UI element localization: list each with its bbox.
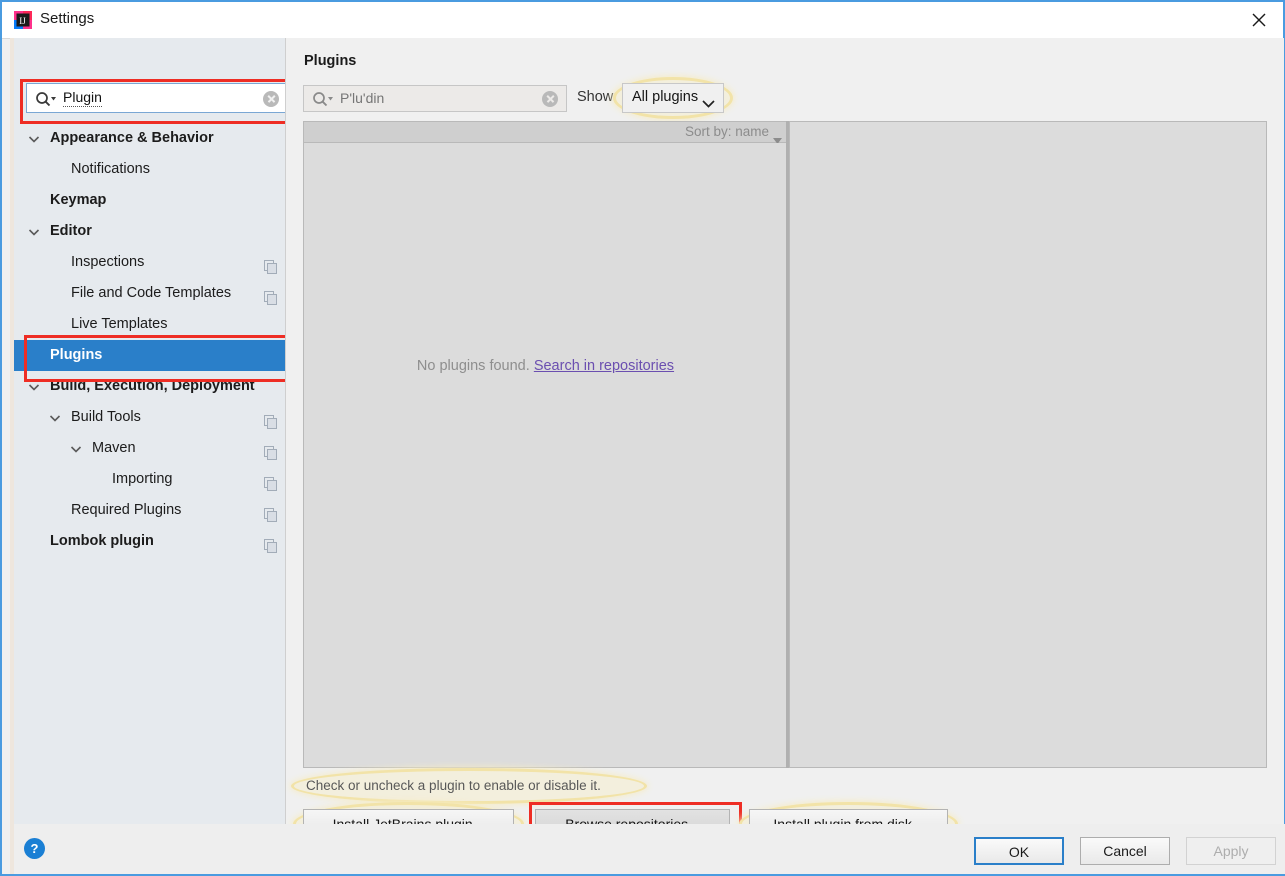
help-icon[interactable]: ?	[24, 838, 45, 859]
sidebar-item-label: Maven	[92, 440, 136, 456]
sidebar-item-required-plugins[interactable]: Required Plugins	[14, 495, 289, 526]
chevron-down-icon[interactable]	[49, 412, 61, 424]
sidebar-item-keymap[interactable]: Keymap	[14, 185, 289, 216]
sidebar-item-live-templates[interactable]: Live Templates	[14, 309, 289, 340]
plugin-search-value: P'lu'din	[340, 90, 385, 106]
sidebar-item-lombok-plugin[interactable]: Lombok plugin	[14, 526, 289, 557]
search-icon	[312, 91, 334, 107]
search-value: Plugin	[63, 89, 102, 107]
plugin-hint-text: Check or uncheck a plugin to enable or d…	[306, 778, 601, 793]
copy-settings-icon[interactable]	[264, 441, 278, 460]
sidebar-item-label: Appearance & Behavior	[50, 130, 214, 146]
help-glyph: ?	[30, 841, 39, 856]
apply-button: Apply	[1186, 837, 1276, 865]
window-title: Settings	[40, 10, 95, 27]
clear-icon[interactable]	[263, 91, 279, 107]
sidebar-item-build-tools[interactable]: Build Tools	[14, 402, 289, 433]
copy-settings-icon[interactable]	[264, 255, 278, 274]
copy-settings-icon[interactable]	[264, 286, 278, 305]
search-input[interactable]: Plugin	[26, 83, 288, 113]
sidebar-item-importing[interactable]: Importing	[14, 464, 289, 495]
plugins-panel: Plugins P'lu'din Show: All plugins Sort …	[285, 38, 1284, 852]
sidebar-item-label: Plugins	[50, 347, 103, 363]
sidebar-item-label: Required Plugins	[71, 502, 182, 518]
page-title: Plugins	[304, 53, 357, 69]
copy-settings-icon[interactable]	[264, 472, 278, 491]
sidebar-item-label: Inspections	[71, 254, 145, 270]
sidebar-item-label: Notifications	[71, 161, 150, 177]
plugin-detail-panel	[789, 121, 1267, 768]
chevron-down-icon[interactable]	[28, 381, 40, 393]
copy-settings-icon[interactable]	[264, 503, 278, 522]
search-icon	[35, 91, 57, 107]
plugin-list[interactable]: No plugins found. Search in repositories	[303, 143, 788, 768]
sidebar-item-inspections[interactable]: Inspections	[14, 247, 289, 278]
plugin-list-header: Sort by: name	[303, 121, 788, 144]
copy-settings-icon[interactable]	[264, 534, 278, 553]
sidebar-item-label: Importing	[112, 471, 173, 487]
sidebar-item-label: Keymap	[50, 192, 107, 208]
search-in-repositories-link[interactable]: Search in repositories	[534, 358, 674, 374]
sidebar-item-build-execution-deployment[interactable]: Build, Execution, Deployment	[14, 371, 289, 402]
sidebar-item-label: Lombok plugin	[50, 533, 154, 549]
cancel-button[interactable]: Cancel	[1080, 837, 1170, 865]
sidebar-item-editor[interactable]: Editor	[14, 216, 289, 247]
clear-icon[interactable]	[542, 91, 558, 107]
settings-sidebar: Plugin Appearance & Behavior Notification…	[10, 38, 309, 824]
settings-tree: Appearance & Behavior Notifications Keymap…	[14, 123, 291, 557]
chevron-down-icon	[702, 95, 715, 113]
sidebar-item-label: Build Tools	[71, 409, 141, 425]
show-dropdown-value: All plugins	[632, 89, 699, 105]
sidebar-item-maven[interactable]: Maven	[14, 433, 289, 464]
chevron-down-icon[interactable]	[28, 226, 40, 238]
intellij-idea-icon: IJ	[14, 11, 32, 29]
sort-by-label[interactable]: Sort by: name	[685, 124, 769, 139]
ok-button[interactable]: OK	[974, 837, 1064, 865]
sidebar-item-appearance-behavior[interactable]: Appearance & Behavior	[14, 123, 289, 154]
sidebar-item-file-and-code-templates[interactable]: File and Code Templates	[14, 278, 289, 309]
empty-state-text: No plugins found.	[416, 358, 530, 374]
settings-dialog: IJ Settings Plugin Appearance & Behavior…	[0, 0, 1285, 876]
title-bar: IJ Settings	[2, 2, 1283, 39]
close-icon[interactable]	[1237, 2, 1283, 37]
copy-settings-icon[interactable]	[264, 410, 278, 429]
show-label: Show:	[577, 89, 618, 105]
sidebar-item-plugins[interactable]: Plugins	[14, 340, 291, 371]
sidebar-item-notifications[interactable]: Notifications	[14, 154, 289, 185]
settings-search: Plugin	[26, 83, 288, 113]
sidebar-item-label: File and Code Templates	[71, 285, 232, 301]
chevron-down-icon[interactable]	[70, 443, 82, 455]
svg-text:IJ: IJ	[19, 16, 26, 26]
show-dropdown[interactable]: All plugins	[622, 83, 724, 113]
sidebar-item-label: Build, Execution, Deployment	[50, 378, 255, 394]
empty-state-message: No plugins found. Search in repositories	[304, 358, 787, 374]
dialog-footer: ? OK Cancel Apply	[10, 824, 1285, 874]
sidebar-item-label: Editor	[50, 223, 92, 239]
plugin-search-input[interactable]: P'lu'din	[303, 85, 567, 112]
sidebar-item-label: Live Templates	[71, 316, 168, 332]
chevron-down-icon[interactable]	[28, 133, 40, 145]
